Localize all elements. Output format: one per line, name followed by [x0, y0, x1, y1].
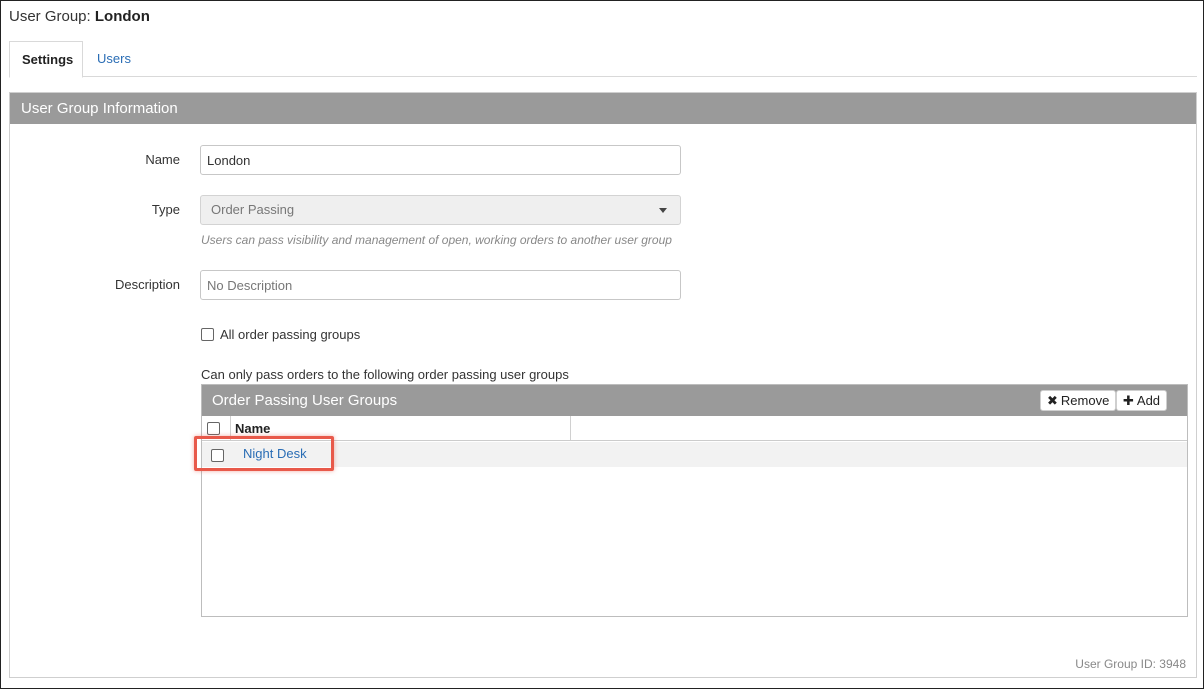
page-title-name: London: [94, 8, 150, 25]
remove-button-label: Remove: [1060, 393, 1110, 408]
highlight-box: [194, 436, 334, 471]
tab-users[interactable]: Users: [85, 41, 143, 77]
type-label: Type: [151, 202, 180, 217]
description-input[interactable]: [200, 270, 681, 300]
grid-title: Order Passing User Groups: [212, 392, 398, 409]
type-select[interactable]: Order Passing: [200, 195, 681, 225]
page-title: User Group: London: [9, 8, 150, 25]
user-group-id: User Group ID: 3948: [1075, 657, 1186, 671]
name-label: Name: [145, 152, 180, 167]
type-select-value: Order Passing: [211, 202, 295, 217]
type-hint: Users can pass visibility and management…: [201, 233, 672, 247]
all-order-passing-groups-checkbox[interactable]: [201, 328, 214, 341]
close-icon: ✖: [1047, 393, 1058, 408]
description-label: Description: [114, 277, 180, 292]
order-passing-groups-grid: Order Passing User Groups ✖ Remove ✚ Add N…: [201, 384, 1188, 617]
plus-icon: ✚: [1123, 393, 1134, 408]
tab-bar: Settings Users: [9, 41, 1197, 78]
select-all-checkbox[interactable]: [207, 422, 220, 435]
page-title-prefix: User Group:: [9, 8, 95, 25]
window-frame: User Group: London Settings Users User G…: [0, 0, 1204, 689]
column-name-header[interactable]: Name: [235, 421, 270, 436]
restrict-caption: Can only pass orders to the following or…: [201, 367, 569, 382]
name-input[interactable]: [200, 145, 681, 175]
grid-column-header: Name: [202, 416, 1187, 441]
remove-button[interactable]: ✖ Remove: [1040, 390, 1117, 411]
table-row[interactable]: Night Desk: [202, 442, 1187, 467]
add-button-label: Add: [1136, 393, 1161, 408]
chevron-down-icon: [659, 208, 667, 213]
panel-header: User Group Information: [10, 93, 1196, 124]
add-button[interactable]: ✚ Add: [1116, 390, 1168, 411]
all-order-passing-groups-label: All order passing groups: [220, 327, 361, 342]
tab-settings[interactable]: Settings: [9, 41, 83, 78]
column-divider: [570, 416, 571, 440]
user-group-information-panel: User Group Information Name Type Order P…: [9, 92, 1197, 678]
